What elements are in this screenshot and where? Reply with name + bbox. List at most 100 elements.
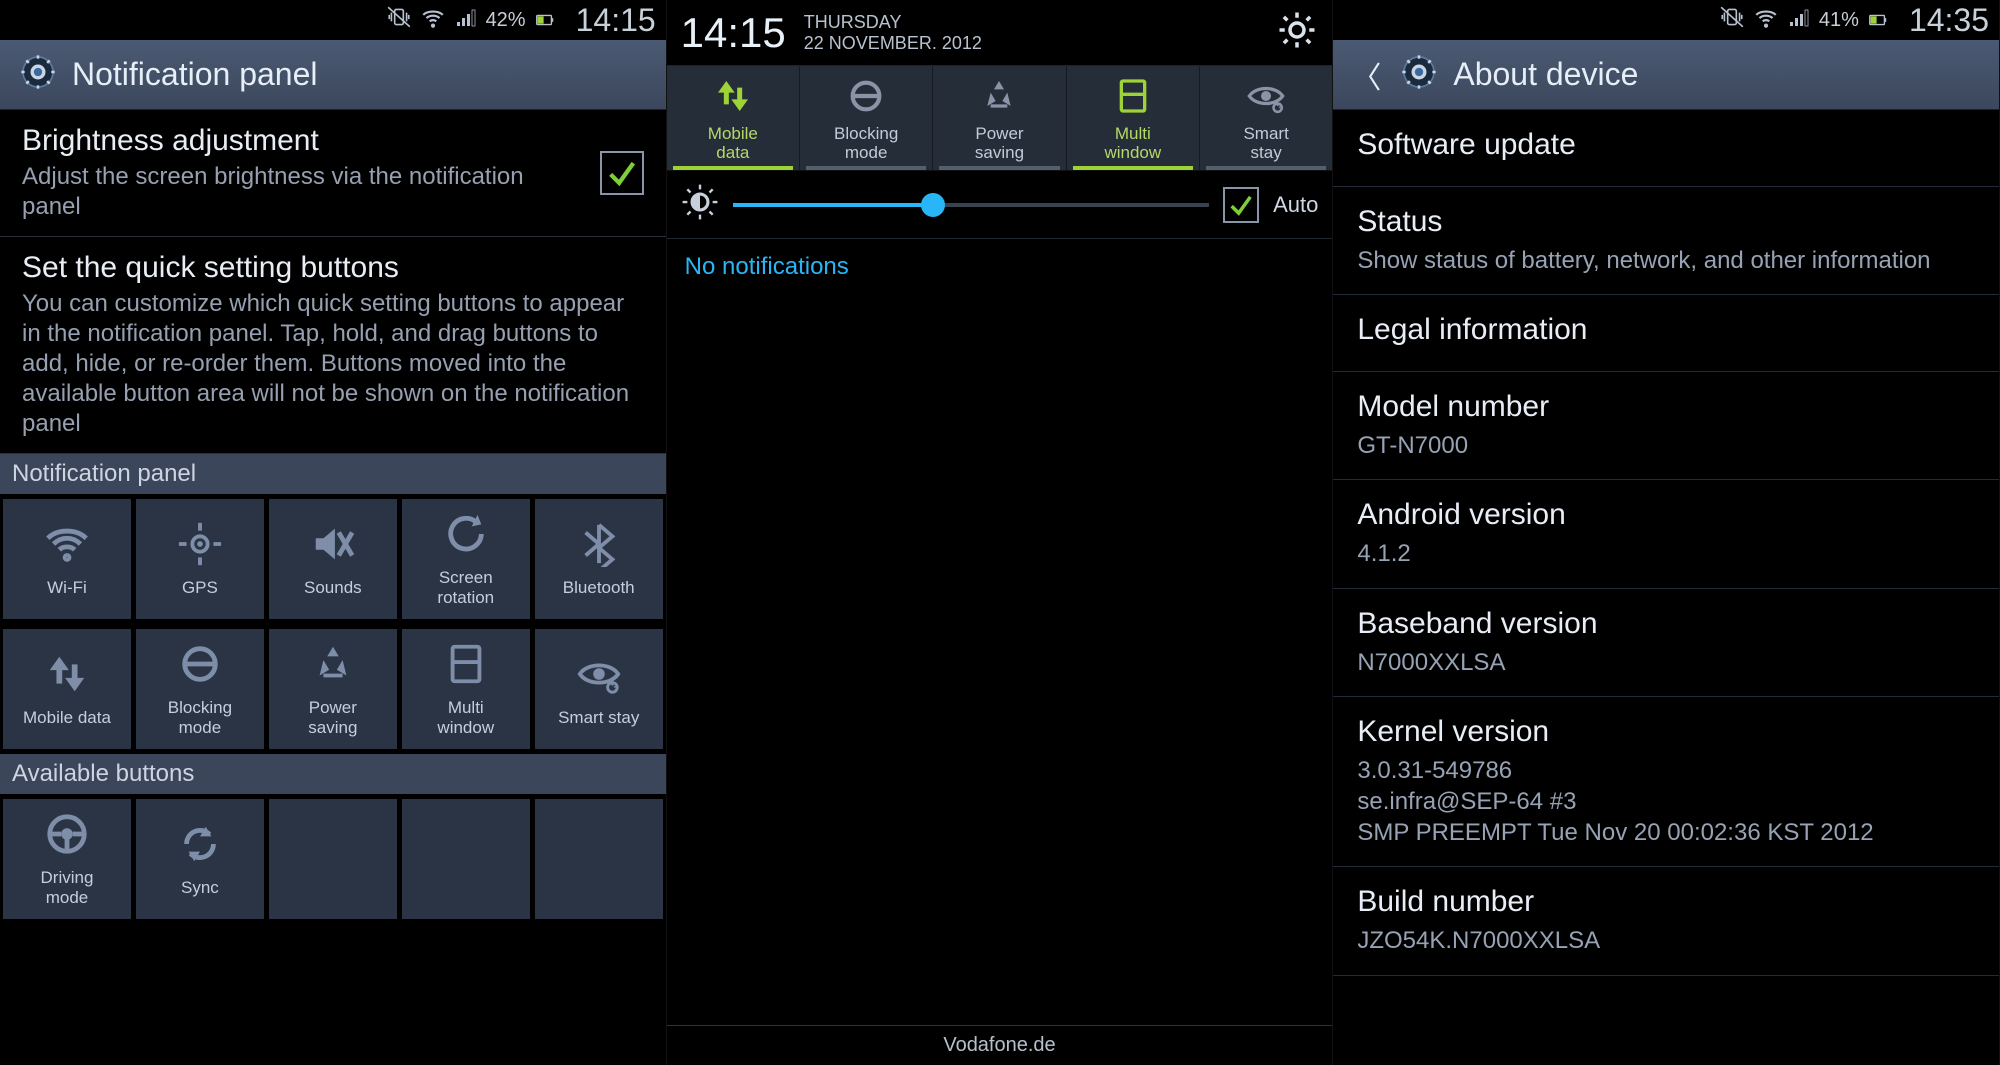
tile-power-saving[interactable]: Powersaving (269, 629, 397, 749)
tile-sync[interactable]: Sync (136, 799, 264, 919)
wifi-icon (420, 4, 446, 36)
recycle-icon (979, 76, 1019, 121)
screen-about-device: 41% 14:35 〈 About device Software update… (1333, 0, 2000, 1065)
shade-header: 14:15 THURSDAY 22 NOVEMBER. 2012 (667, 0, 1333, 66)
tile-empty (269, 799, 397, 919)
about-row-software-update[interactable]: Software update (1333, 110, 1999, 187)
status-bar: 42% 14:15 (0, 0, 666, 40)
toggle-label: Powersaving (975, 125, 1024, 162)
row-label: Build number (1357, 885, 1975, 919)
multiwin-icon (443, 641, 489, 692)
about-row-status[interactable]: Status Show status of battery, network, a… (1333, 187, 1999, 295)
section-notification-panel: Notification panel (0, 454, 666, 494)
brightness-icon (681, 183, 719, 226)
shade-clock: 14:15 (681, 9, 786, 57)
row-title: Set the quick setting buttons (22, 251, 644, 285)
wifi-icon (1753, 4, 1779, 36)
toggle-blocking-mode[interactable]: Blockingmode (800, 66, 933, 170)
header: Notification panel (0, 40, 666, 110)
tile-blocking-mode[interactable]: Blockingmode (136, 629, 264, 749)
tile-gps[interactable]: GPS (136, 499, 264, 619)
sound-off-icon (310, 521, 356, 572)
wifi-icon (44, 521, 90, 572)
eye-icon (576, 651, 622, 702)
row-value: 4.1.2 (1357, 538, 1975, 569)
blocking-icon (846, 76, 886, 121)
tile-label: Smart stay (558, 708, 639, 728)
tile-mobile-data[interactable]: Mobile data (3, 629, 131, 749)
brightness-slider[interactable] (733, 203, 1209, 207)
tile-sounds[interactable]: Sounds (269, 499, 397, 619)
toggle-power-saving[interactable]: Powersaving (933, 66, 1066, 170)
toggle-mobile-data[interactable]: Mobiledata (667, 66, 800, 170)
tile-row-3: Drivingmode Sync (0, 794, 666, 924)
row-label: Baseband version (1357, 607, 1975, 641)
row-subtitle: You can customize which quick setting bu… (22, 289, 644, 439)
header: 〈 About device (1333, 40, 1999, 110)
row-value: N7000XXLSA (1357, 647, 1975, 678)
auto-brightness-checkbox[interactable] (1223, 187, 1259, 223)
tile-smart-stay[interactable]: Smart stay (535, 629, 663, 749)
brightness-checkbox[interactable] (600, 151, 644, 195)
signal-icon (454, 5, 478, 35)
settings-icon (1399, 52, 1439, 97)
data-arrows-icon (44, 651, 90, 702)
status-time: 14:35 (1909, 2, 1989, 39)
bluetooth-icon (576, 521, 622, 572)
about-row-build-number[interactable]: Build number JZO54K.N7000XXLSA (1333, 867, 1999, 975)
tile-row-2: Mobile data Blockingmode Powersaving Mul… (0, 624, 666, 754)
brightness-adjustment-row[interactable]: Brightness adjustment Adjust the screen … (0, 110, 666, 237)
battery-indicator: 41% (1819, 9, 1895, 32)
about-row-baseband-version[interactable]: Baseband version N7000XXLSA (1333, 589, 1999, 697)
settings-button[interactable] (1276, 9, 1318, 56)
tile-label: Powersaving (308, 698, 357, 737)
tile-label: Sounds (304, 578, 362, 598)
row-label: Status (1357, 205, 1975, 239)
rotate-icon (443, 511, 489, 562)
tile-screen-rotation[interactable]: Screenrotation (402, 499, 530, 619)
screen-notification-panel-settings: 42% 14:15 Notification panel Brightness … (0, 0, 667, 1065)
wheel-icon (44, 811, 90, 862)
multiwin-icon (1113, 76, 1153, 121)
tile-wi-fi[interactable]: Wi-Fi (3, 499, 131, 619)
row-title: Brightness adjustment (22, 124, 588, 158)
row-subtitle: Adjust the screen brightness via the not… (22, 162, 588, 222)
settings-icon (18, 52, 58, 97)
vibrate-icon (1719, 4, 1745, 36)
tile-driving-mode[interactable]: Drivingmode (3, 799, 131, 919)
row-value: 3.0.31-549786se.infra@SEP-64 #3SMP PREEM… (1357, 755, 1975, 849)
tile-label: Screenrotation (437, 568, 494, 607)
blocking-icon (177, 641, 223, 692)
about-row-android-version[interactable]: Android version4.1.2 (1333, 480, 1999, 588)
tile-bluetooth[interactable]: Bluetooth (535, 499, 663, 619)
tile-row-1: Wi-Fi GPS Sounds Screenrotation Bluetoot… (0, 494, 666, 624)
toggle-label: Mobiledata (708, 125, 758, 162)
tile-empty (535, 799, 663, 919)
tile-label: Blockingmode (168, 698, 232, 737)
settings-list: Brightness adjustment Adjust the screen … (0, 110, 666, 1065)
row-label: Model number (1357, 390, 1975, 424)
status-time: 14:15 (576, 2, 656, 39)
eye-icon (1246, 76, 1286, 121)
row-value: Show status of battery, network, and oth… (1357, 245, 1975, 276)
quick-setting-buttons-row[interactable]: Set the quick setting buttons You can cu… (0, 237, 666, 454)
vibrate-icon (386, 4, 412, 36)
toggle-smart-stay[interactable]: Smartstay (1200, 66, 1332, 170)
page-title: Notification panel (72, 56, 317, 93)
about-row-kernel-version[interactable]: Kernel version3.0.31-549786se.infra@SEP-… (1333, 697, 1999, 868)
tile-label: GPS (182, 578, 218, 598)
signal-icon (1787, 5, 1811, 35)
about-row-legal-information[interactable]: Legal information (1333, 295, 1999, 372)
row-label: Software update (1357, 128, 1975, 162)
toggle-multi-window[interactable]: Multiwindow (1067, 66, 1200, 170)
about-list: Software update Status Show status of batt… (1333, 110, 1999, 1065)
toggle-label: Multiwindow (1104, 125, 1161, 162)
tile-multi-window[interactable]: Multiwindow (402, 629, 530, 749)
tile-label: Drivingmode (41, 868, 94, 907)
status-bar: 41% 14:35 (1333, 0, 1999, 40)
about-row-model-number[interactable]: Model numberGT-N7000 (1333, 372, 1999, 480)
row-value: JZO54K.N7000XXLSA (1357, 925, 1975, 956)
back-button[interactable]: 〈 (1351, 53, 1381, 97)
tile-empty (402, 799, 530, 919)
tile-label: Sync (181, 878, 219, 898)
